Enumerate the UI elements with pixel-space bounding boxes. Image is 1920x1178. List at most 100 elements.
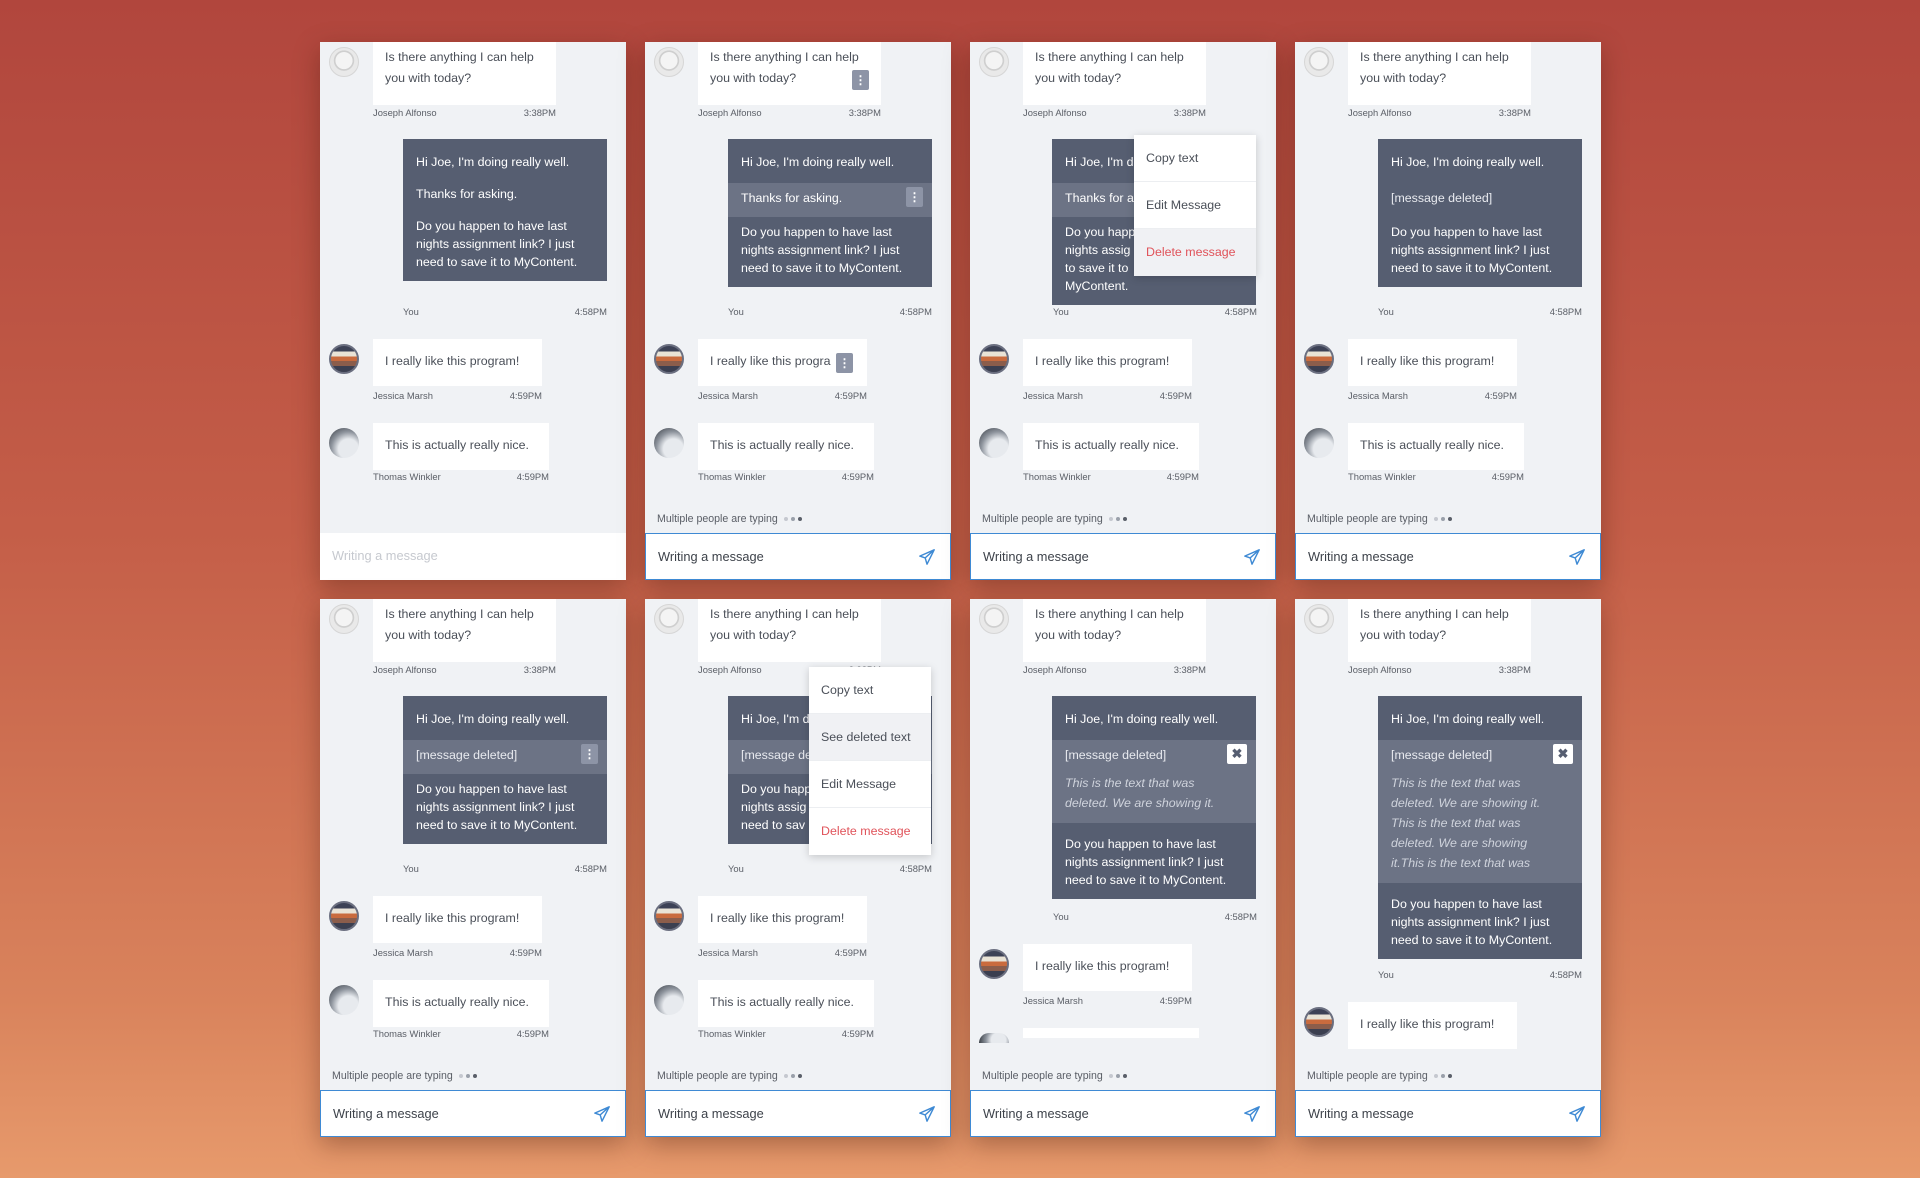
own-message-deleted-expanded[interactable]: [message deleted] ✖ This is the text tha…: [1052, 740, 1256, 823]
more-vertical-icon[interactable]: ⋮: [906, 187, 923, 207]
message-thomas-partial: [1023, 1028, 1199, 1038]
sender-name: Jessica Marsh: [698, 947, 758, 958]
avatar-jessica: [654, 344, 684, 374]
sender-name: You: [1053, 911, 1069, 922]
message-text: Do you happ nights assig need to sav: [741, 782, 812, 832]
sender-name: You: [728, 306, 744, 317]
message-text: Thanks for asking.: [741, 191, 843, 205]
menu-delete-message[interactable]: Delete message: [809, 808, 931, 855]
sender-name: Jessica Marsh: [1023, 390, 1083, 401]
timestamp: 4:59PM: [1484, 390, 1517, 401]
own-message[interactable]: Do you happen to have last nights assign…: [403, 774, 607, 844]
message-input[interactable]: Writing a message: [320, 1090, 626, 1137]
message-joseph: Is there anything I can help you with to…: [1348, 42, 1531, 105]
own-message-deleted-expanded[interactable]: [message deleted] ✖ This is the text tha…: [1378, 740, 1582, 883]
timestamp: 4:59PM: [1166, 471, 1199, 482]
message-thomas: This is actually really nice.: [373, 423, 549, 470]
message-jessica: I really like this program!: [698, 896, 867, 943]
avatar-thomas: [329, 985, 359, 1015]
timestamp: 4:58PM: [1549, 969, 1582, 980]
message-input[interactable]: Writing a message: [645, 1090, 951, 1137]
sender-name: Joseph Alfonso: [1023, 107, 1087, 118]
message-input[interactable]: Writing a message: [645, 533, 951, 580]
menu-edit-message[interactable]: Edit Message: [1134, 182, 1256, 229]
message-text: [message deleted]: [1391, 748, 1493, 762]
send-icon[interactable]: [1243, 1105, 1261, 1123]
input-placeholder: Writing a message: [983, 1106, 1089, 1121]
own-message[interactable]: Do you happen to have last nights assign…: [403, 213, 607, 281]
sender-name: Thomas Winkler: [373, 1028, 441, 1039]
message-text: Do you happen to have last nights assign…: [416, 219, 578, 269]
send-icon[interactable]: [1568, 548, 1586, 566]
timestamp: 4:59PM: [516, 1028, 549, 1039]
timestamp: 4:58PM: [899, 863, 932, 874]
typing-text: Multiple people are typing: [982, 513, 1103, 525]
close-icon[interactable]: ✖: [1227, 744, 1247, 764]
typing-indicator: Multiple people are typing: [332, 1070, 477, 1082]
message-input[interactable]: Writing a message: [970, 1090, 1276, 1137]
avatar-jessica: [329, 344, 359, 374]
message-input[interactable]: Writing a message: [320, 533, 626, 580]
own-message[interactable]: Hi Joe, I'm doing really well.: [1378, 139, 1582, 183]
chat-panel-7: Is there anything I can help you with to…: [970, 599, 1276, 1137]
message-jessica: I really like this program!: [1348, 1002, 1517, 1049]
input-placeholder: Writing a message: [1308, 549, 1414, 564]
close-icon[interactable]: ✖: [1553, 744, 1573, 764]
send-icon[interactable]: [918, 1105, 936, 1123]
own-message-deleted[interactable]: [message deleted] ⋮: [403, 740, 607, 774]
input-placeholder: Writing a message: [658, 549, 764, 564]
own-message[interactable]: Thanks for asking.: [403, 181, 607, 213]
sender-name: Thomas Winkler: [1023, 471, 1091, 482]
typing-indicator: Multiple people are typing: [1307, 513, 1452, 525]
more-vertical-icon[interactable]: ⋮: [581, 744, 598, 764]
chat-panel-4: Is there anything I can help you with to…: [1295, 42, 1601, 580]
menu-delete-message[interactable]: Delete message: [1134, 229, 1256, 276]
message-text: [message deleted]: [1391, 191, 1493, 205]
own-message[interactable]: Hi Joe, I'm doing really well.: [1052, 696, 1256, 740]
message-joseph: Is there anything I can help you with to…: [373, 42, 556, 105]
typing-text: Multiple people are typing: [332, 1070, 453, 1082]
message-jessica: I really like this program!: [373, 339, 542, 386]
message-text: Hi Joe, I'm doing really well.: [1391, 712, 1545, 726]
message-jessica: I really like this program!: [1023, 944, 1192, 991]
more-vertical-icon[interactable]: ⋮: [852, 70, 869, 90]
message-list: Is there anything I can help you with to…: [1295, 42, 1601, 530]
own-message[interactable]: Hi Joe, I'm doing really well.: [403, 139, 607, 181]
timestamp: 3:38PM: [1498, 664, 1531, 675]
timestamp: 4:58PM: [1224, 306, 1257, 317]
input-placeholder: Writing a message: [1308, 1106, 1414, 1121]
message-input[interactable]: Writing a message: [1295, 1090, 1601, 1137]
avatar-thomas: [979, 1033, 1009, 1043]
message-thomas: This is actually really nice.: [1348, 423, 1524, 470]
send-icon[interactable]: [1568, 1105, 1586, 1123]
own-message[interactable]: Hi Joe, I'm doing really well.: [403, 696, 607, 740]
menu-copy-text[interactable]: Copy text: [809, 667, 931, 714]
own-message[interactable]: Do you happen to have last nights assign…: [1378, 217, 1582, 287]
own-message-deleted[interactable]: [message deleted]: [1378, 183, 1582, 217]
own-message[interactable]: Do you happen to have last nights assign…: [1052, 823, 1256, 899]
send-icon[interactable]: [918, 548, 936, 566]
message-text: Do you happen to have last nights assign…: [1391, 225, 1553, 275]
sender-name: You: [403, 863, 419, 874]
menu-see-deleted-text[interactable]: See deleted text: [809, 714, 931, 761]
send-icon[interactable]: [1243, 548, 1261, 566]
avatar-joseph: [654, 47, 684, 77]
menu-edit-message[interactable]: Edit Message: [809, 761, 931, 808]
message-input[interactable]: Writing a message: [970, 533, 1276, 580]
own-message[interactable]: Do you happen to have last nights assign…: [1378, 883, 1582, 959]
message-input[interactable]: Writing a message: [1295, 533, 1601, 580]
avatar-joseph: [979, 47, 1009, 77]
own-message[interactable]: Hi Joe, I'm doing really well.: [1378, 696, 1582, 740]
own-message-hovered[interactable]: Thanks for asking. ⋮: [728, 183, 932, 217]
send-icon[interactable]: [593, 1105, 611, 1123]
timestamp: 4:58PM: [1224, 911, 1257, 922]
own-message[interactable]: Hi Joe, I'm doing really well.: [728, 139, 932, 183]
more-vertical-icon[interactable]: ⋮: [836, 353, 853, 373]
message-list: Is there anything I can help you with to…: [645, 599, 951, 1087]
avatar-joseph: [1304, 47, 1334, 77]
message-text: [message deleted]: [416, 748, 518, 762]
chat-panel-8: Is there anything I can help you with to…: [1295, 599, 1601, 1137]
own-message[interactable]: Do you happen to have last nights assign…: [728, 217, 932, 287]
message-text: Thanks for a: [1065, 191, 1134, 205]
menu-copy-text[interactable]: Copy text: [1134, 135, 1256, 182]
